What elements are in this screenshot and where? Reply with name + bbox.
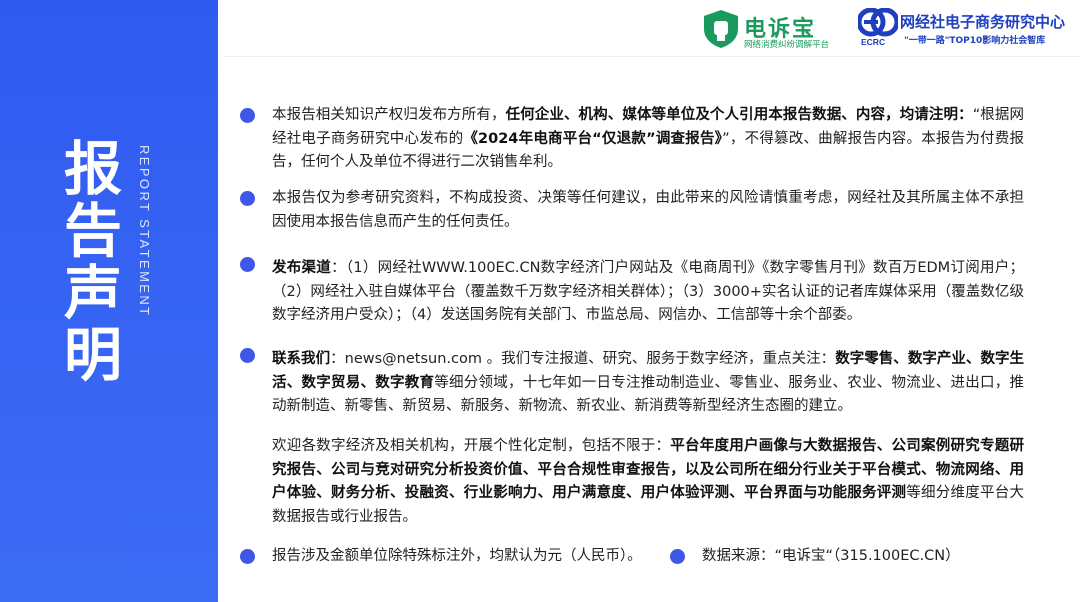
header-divider	[224, 56, 1080, 57]
bullet-icon	[240, 257, 255, 272]
text-run: ：news@netsun.com 。我们专注报道、研究、服务于数字经济，重点关注…	[330, 351, 836, 367]
currency-note: 报告涉及金额单位除特殊标注外，均默认为元（人民币）。	[272, 548, 642, 564]
logo-tagline: 网络消费纠纷调解平台	[744, 40, 830, 50]
bullet-icon	[240, 348, 255, 363]
text-run: 欢迎各数字经济及相关机构，开展个性化定制，包括不限于：	[272, 438, 671, 454]
bullet-icon	[240, 108, 255, 123]
paragraph-text: 本报告相关知识产权归发布方所有，任何企业、机构、媒体等单位及个人引用本报告数据、…	[272, 104, 1024, 175]
bold-run: 发布渠道	[272, 260, 332, 276]
dianshubao-logo: 电诉宝 网络消费纠纷调解平台	[702, 7, 842, 51]
side-panel: 报告声明 REPORT STATEMENT	[0, 0, 218, 602]
text-run: 本报告仅为参考研究资料，不构成投资、决策等任何建议，由此带来的风险请慎重考虑，网…	[272, 190, 1024, 230]
ecrc-name: 网经社电子商务研究中心	[900, 13, 1066, 31]
ecrc-mark-text: ECRC	[861, 37, 886, 47]
paragraph-text: 联系我们：news@netsun.com 。我们专注报道、研究、服务于数字经济，…	[272, 348, 1024, 419]
bold-run: 联系我们	[272, 351, 331, 367]
data-source: 数据来源：“电诉宝“（315.100EC.CN）	[702, 548, 960, 564]
text-run: ：（1）网经社WWW.100EC.CN数字经济门户网站及《电商周刊》《数字零售月…	[272, 260, 1025, 323]
paragraph-text: 发布渠道：（1）网经社WWW.100EC.CN数字经济门户网站及《电商周刊》《数…	[272, 257, 1024, 328]
paragraph-text: 本报告仅为参考研究资料，不构成投资、决策等任何建议，由此带来的风险请慎重考虑，网…	[272, 187, 1024, 234]
paragraph-text: 欢迎各数字经济及相关机构，开展个性化定制，包括不限于：平台年度用户画像与大数据报…	[272, 435, 1024, 529]
ecrc-tagline: "一带一路"TOP10影响力社会智库	[904, 36, 1046, 46]
shield-fist-icon	[704, 10, 738, 48]
text-run: 本报告相关知识产权归发布方所有，	[272, 107, 506, 123]
page-subtitle: REPORT STATEMENT	[137, 145, 152, 318]
bold-run: 《2024年电商平台“仅退款”调查报告》	[463, 130, 723, 147]
page-title: 报告声明	[54, 138, 122, 386]
ecrc-mark-icon	[858, 8, 898, 37]
bullet-icon	[240, 549, 255, 564]
bullet-icon	[240, 191, 255, 206]
bold-run: 任何企业、机构、媒体等单位及个人引用本报告数据、内容，均请注明：	[505, 107, 973, 123]
ecrc-logo: ECRC 网经社电子商务研究中心 "一带一路"TOP10影响力社会智库	[858, 8, 1078, 52]
bullet-icon	[670, 549, 685, 564]
